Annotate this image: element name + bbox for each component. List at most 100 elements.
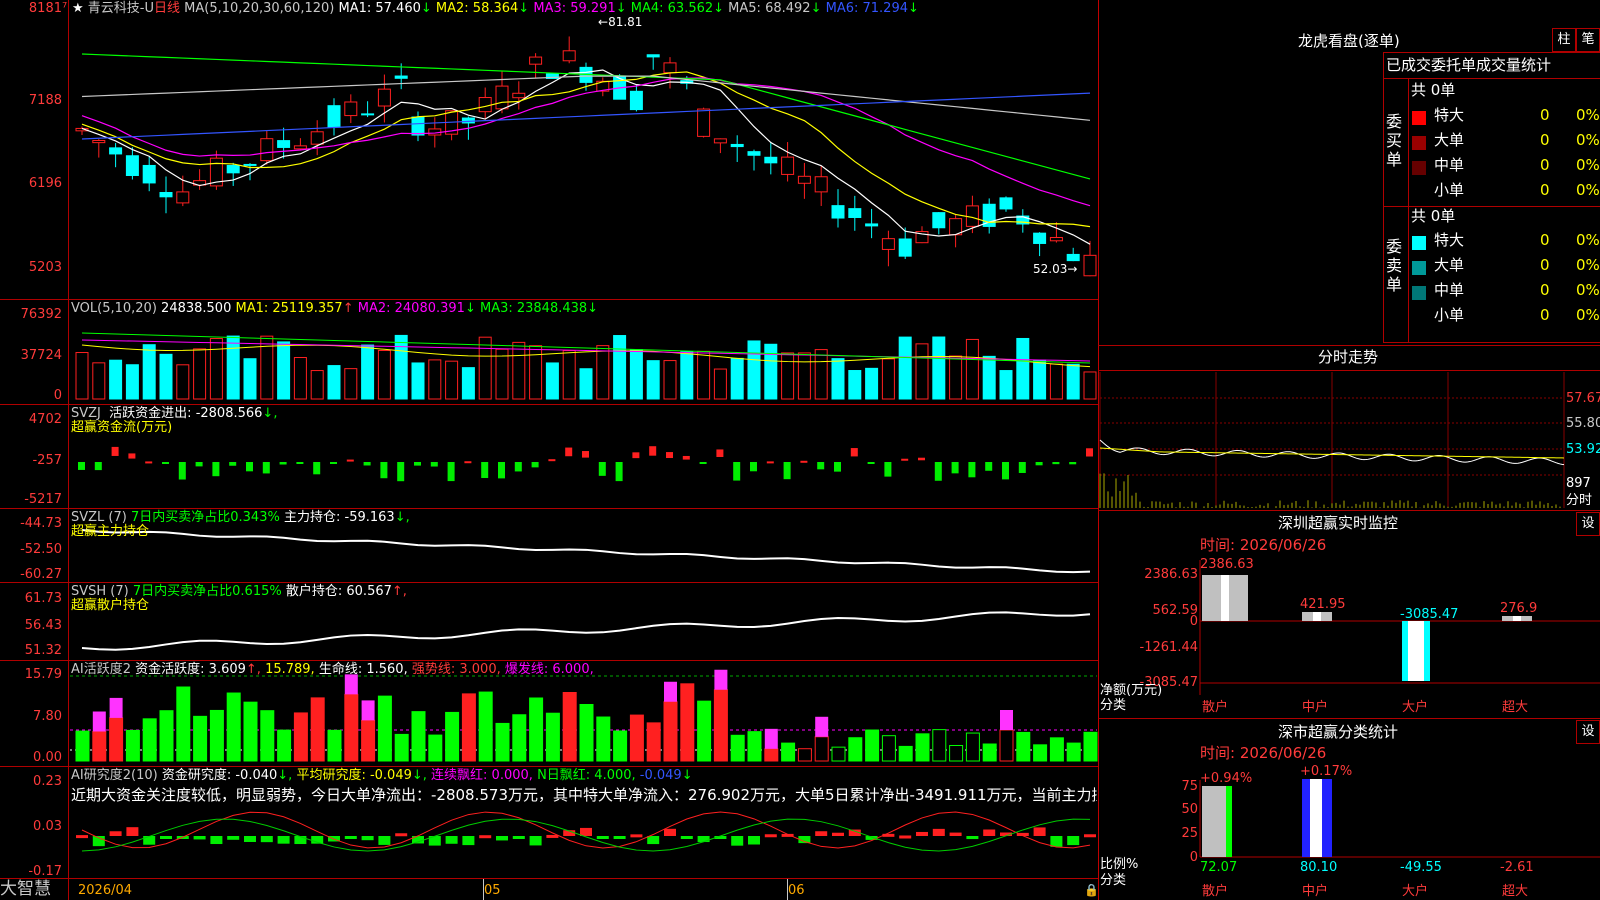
research-bar <box>731 836 744 846</box>
flow-bar <box>128 453 136 459</box>
buy-total: 共 0单 <box>1411 81 1456 99</box>
activity-bar <box>730 734 745 762</box>
activity-bar <box>209 709 224 762</box>
svzj-subtitle: 超赢资金流(万元) <box>71 420 173 435</box>
volume-bar <box>814 349 828 400</box>
life-line-label: 生命线: <box>318 662 363 677</box>
research-bar <box>260 836 273 843</box>
class-value: 80.10 <box>1300 860 1338 875</box>
class-top-label: +0.17% <box>1300 764 1353 779</box>
candle-body <box>461 117 475 124</box>
date-label: 2026/04 <box>78 883 133 898</box>
ai-research-axis-label: -0.17 <box>28 864 62 879</box>
candle-body <box>361 113 375 116</box>
research-bar <box>697 836 710 843</box>
volume-bar <box>445 360 459 400</box>
activity-bar <box>713 689 728 762</box>
order-row-count: 0 <box>1540 256 1550 274</box>
ma-value-1: MA1: 57.460↓ <box>338 1 432 16</box>
activity-top-bar <box>664 681 677 702</box>
activity-top-bar <box>344 674 358 695</box>
research-bar <box>664 828 676 836</box>
volume-bar <box>848 370 862 400</box>
candle-body <box>495 85 509 110</box>
flow-bar <box>1018 462 1026 473</box>
activity-bar <box>663 701 678 762</box>
flow-bar <box>884 462 892 477</box>
order-row-count: 0 <box>1540 156 1550 174</box>
class-ylabel: 比例% <box>1100 857 1139 872</box>
monitor-settings-button[interactable]: 设 <box>1576 512 1600 536</box>
order-row-pct: 0% <box>1576 281 1600 299</box>
candle-body <box>344 101 358 117</box>
candle-body <box>1066 253 1080 262</box>
order-row-count: 0 <box>1540 131 1550 149</box>
candle-body <box>730 143 744 148</box>
volume-bar <box>327 365 341 400</box>
flow-bar <box>934 462 942 481</box>
research-bar <box>126 827 139 836</box>
order-color-swatch <box>1412 111 1426 125</box>
ma3-line <box>81 77 1091 207</box>
research-bar <box>546 834 559 838</box>
volume-bar <box>965 338 979 400</box>
activity-bar <box>92 731 107 762</box>
price-header: 8181⁷ <box>0 1 67 16</box>
flow-bar <box>632 452 640 459</box>
flow-bar <box>766 461 774 464</box>
kline-chart-canvas[interactable] <box>0 0 1600 900</box>
research-bar <box>294 836 307 845</box>
activity-bar <box>747 731 762 762</box>
volume-bar <box>663 360 677 400</box>
bar-mode-button[interactable]: 柱 <box>1552 28 1576 52</box>
activity-bar <box>915 733 930 762</box>
period-label[interactable]: 日线 <box>154 1 180 16</box>
ma6-line <box>81 92 1091 140</box>
expand-icon[interactable]: ⁷ <box>62 1 67 16</box>
volume-bar <box>176 364 190 400</box>
order-row-label: 特大 <box>1434 106 1465 124</box>
class-cat: 中户 <box>1302 884 1329 899</box>
favorite-star-icon[interactable]: ★ <box>72 1 84 16</box>
activity-bar <box>1066 742 1081 762</box>
activity-bar <box>562 692 577 762</box>
ma-value-3: MA3: 59.291↓ <box>529 1 627 16</box>
flow-bar <box>1086 448 1093 457</box>
flow-bar <box>330 462 337 464</box>
volume-bar <box>92 362 106 400</box>
flow-bar <box>262 462 270 474</box>
candle-body <box>176 191 190 204</box>
volume-bar <box>461 367 475 400</box>
flow-bar <box>565 447 573 457</box>
volume-bar <box>478 336 492 400</box>
class-axis-label: 25 <box>1181 826 1198 841</box>
volume-bar <box>764 343 778 400</box>
flow-bar <box>1052 462 1060 465</box>
tick-mode-button[interactable]: 笔 <box>1576 28 1600 52</box>
order-color-swatch <box>1412 186 1426 200</box>
candle-body <box>881 238 895 250</box>
flow-bar <box>481 462 489 479</box>
volume-bar <box>260 335 274 400</box>
candle-body <box>747 151 761 156</box>
ai-active-v2: 15.789, <box>265 662 315 677</box>
volume-bar <box>646 360 660 400</box>
research-bar <box>479 835 492 839</box>
activity-bar <box>1049 737 1064 762</box>
svzl-title: SVZL (7) <box>71 510 127 525</box>
ai-active-axis-label: 15.79 <box>24 667 62 682</box>
sell-side-label: 委卖单 <box>1386 237 1403 294</box>
tab-orders[interactable]: 委托单 <box>1431 56 1476 74</box>
candle-body <box>1083 254 1097 277</box>
order-row-label: 特大 <box>1434 231 1465 249</box>
class-settings-button[interactable]: 设 <box>1576 720 1600 744</box>
flow-bar <box>1035 462 1043 466</box>
ai-research-axis-label: 0.03 <box>33 819 62 834</box>
app-logo[interactable]: 大智慧 <box>0 879 68 900</box>
flow-bar <box>212 462 220 477</box>
tab-volume-stats[interactable]: 成交量统计 <box>1476 56 1551 74</box>
activity-bar <box>159 710 174 762</box>
lhb-tabs: 已成交委托单成交量统计 <box>1386 56 1551 74</box>
tab-filled[interactable]: 已成交 <box>1386 56 1431 74</box>
lock-icon[interactable]: 🔒 <box>1084 883 1099 897</box>
